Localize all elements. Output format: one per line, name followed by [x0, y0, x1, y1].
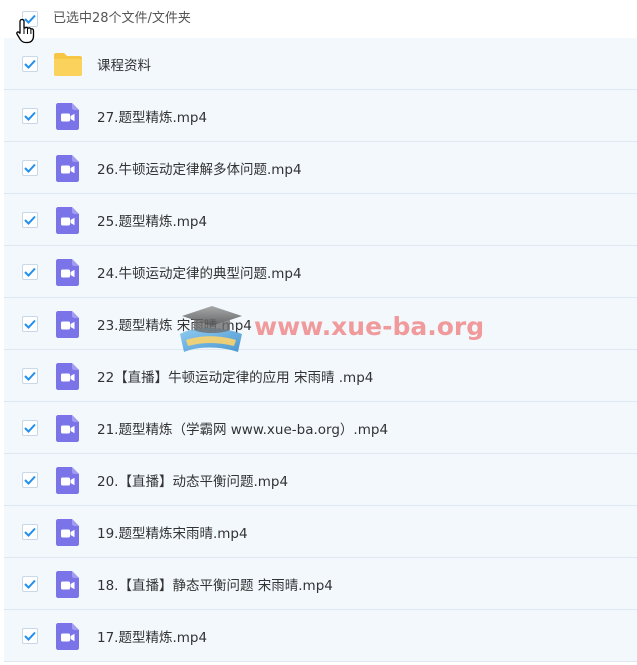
file-row[interactable]: 17.题型精炼.mp4 — [4, 610, 637, 662]
file-name[interactable]: 27.题型精炼.mp4 — [97, 106, 207, 126]
file-row[interactable]: 20.【直播】动态平衡问题.mp4 — [4, 454, 637, 506]
video-file-icon — [56, 518, 79, 546]
row-checkbox[interactable] — [22, 523, 38, 540]
checkmark-icon — [24, 267, 36, 277]
video-file-icon — [56, 154, 79, 182]
row-checkbox[interactable] — [22, 107, 38, 124]
checkmark-icon — [24, 631, 36, 641]
file-row[interactable]: 21.题型精炼（学霸网 www.xue-ba.org）.mp4 — [4, 402, 637, 454]
file-name[interactable]: 26.牛顿运动定律解多体问题.mp4 — [97, 158, 302, 178]
checkmark-icon — [24, 319, 36, 329]
selection-header: 已选中28个文件/文件夹 — [0, 0, 637, 38]
file-name[interactable]: 课程资料 — [97, 54, 151, 74]
file-row[interactable]: 27.题型精炼.mp4 — [4, 90, 637, 142]
row-checkbox[interactable] — [22, 471, 38, 488]
folder-icon — [54, 52, 82, 76]
video-file-icon — [56, 414, 79, 442]
file-row[interactable]: 18.【直播】静态平衡问题 宋雨晴.mp4 — [4, 558, 637, 610]
file-name[interactable]: 22【直播】牛顿运动定律的应用 宋雨晴 .mp4 — [97, 366, 373, 386]
row-checkbox[interactable] — [22, 575, 38, 592]
hand-cursor-icon — [16, 18, 35, 44]
row-checkbox[interactable] — [22, 55, 38, 72]
video-file-icon — [56, 570, 79, 598]
row-checkbox[interactable] — [22, 419, 38, 436]
video-file-icon — [56, 102, 79, 130]
checkmark-icon — [24, 163, 36, 173]
row-checkbox[interactable] — [22, 211, 38, 228]
file-row[interactable]: 26.牛顿运动定律解多体问题.mp4 — [4, 142, 637, 194]
file-name[interactable]: 18.【直播】静态平衡问题 宋雨晴.mp4 — [97, 574, 333, 594]
row-checkbox[interactable] — [22, 159, 38, 176]
file-name[interactable]: 20.【直播】动态平衡问题.mp4 — [97, 470, 288, 490]
checkmark-icon — [24, 579, 36, 589]
file-row[interactable]: 24.牛顿运动定律的典型问题.mp4 — [4, 246, 637, 298]
video-file-icon — [56, 206, 79, 234]
checkmark-icon — [24, 59, 36, 69]
row-checkbox[interactable] — [22, 627, 38, 644]
file-name[interactable]: 24.牛顿运动定律的典型问题.mp4 — [97, 262, 302, 282]
video-file-icon — [56, 622, 79, 650]
checkmark-icon — [24, 215, 36, 225]
row-checkbox[interactable] — [22, 367, 38, 384]
row-checkbox[interactable] — [22, 263, 38, 280]
file-name[interactable]: 17.题型精炼.mp4 — [97, 626, 207, 646]
file-row[interactable]: 23.题型精炼 宋雨晴.mp4 — [4, 298, 637, 350]
checkmark-icon — [24, 111, 36, 121]
file-row[interactable]: 25.题型精炼.mp4 — [4, 194, 637, 246]
video-file-icon — [56, 362, 79, 390]
file-row[interactable]: 22【直播】牛顿运动定律的应用 宋雨晴 .mp4 — [4, 350, 637, 402]
video-file-icon — [56, 310, 79, 338]
file-name[interactable]: 21.题型精炼（学霸网 www.xue-ba.org）.mp4 — [97, 418, 388, 438]
selection-count-label: 已选中28个文件/文件夹 — [53, 11, 191, 26]
file-name[interactable]: 23.题型精炼 宋雨晴.mp4 — [97, 314, 252, 334]
video-file-icon — [56, 466, 79, 494]
file-name[interactable]: 25.题型精炼.mp4 — [97, 210, 207, 230]
folder-row[interactable]: 课程资料 — [4, 38, 637, 90]
file-row[interactable]: 19.题型精炼宋雨晴.mp4 — [4, 506, 637, 558]
row-checkbox[interactable] — [22, 315, 38, 332]
checkmark-icon — [24, 423, 36, 433]
checkmark-icon — [24, 475, 36, 485]
checkmark-icon — [24, 527, 36, 537]
file-list: 课程资料 27.题型精炼.mp4 26.牛顿运动定律解多体问题.mp4 25.题型精炼… — [4, 38, 637, 662]
file-name[interactable]: 19.题型精炼宋雨晴.mp4 — [97, 522, 248, 542]
video-file-icon — [56, 258, 79, 286]
checkmark-icon — [24, 371, 36, 381]
